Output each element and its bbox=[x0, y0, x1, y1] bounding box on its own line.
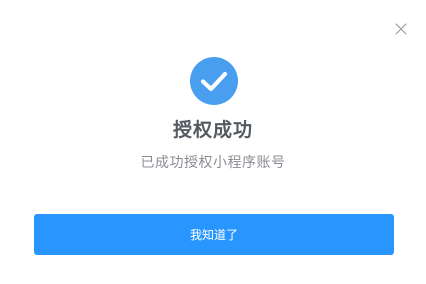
close-button[interactable] bbox=[391, 19, 411, 39]
check-circle-icon bbox=[190, 57, 238, 105]
dialog-title: 授权成功 bbox=[172, 119, 253, 141]
confirm-button[interactable]: 我知道了 bbox=[34, 214, 394, 255]
confirm-button-label: 我知道了 bbox=[189, 228, 238, 242]
close-icon bbox=[395, 23, 407, 35]
auth-success-dialog: 授权成功 已成功授权小程序账号 我知道了 bbox=[0, 0, 426, 284]
dialog-message: 已成功授权小程序账号 bbox=[140, 155, 286, 171]
